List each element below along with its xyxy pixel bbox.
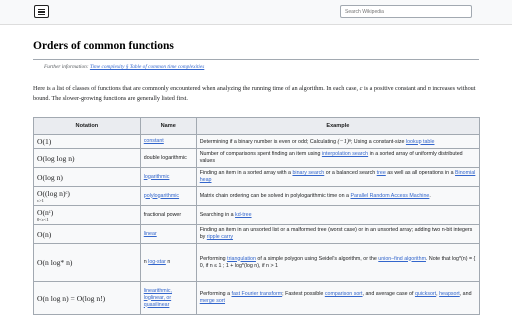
- notation-formula: O(n log* n): [37, 258, 73, 267]
- example-link[interactable]: heapsort: [439, 291, 460, 297]
- example-link[interactable]: fast Fourier transform: [232, 291, 283, 297]
- example-link[interactable]: comparison sort: [325, 291, 363, 297]
- example-text: .: [429, 192, 431, 199]
- name-link[interactable]: constant: [144, 138, 164, 144]
- example-link[interactable]: kd-tree: [235, 212, 252, 218]
- example-text: Searching in a: [199, 211, 236, 218]
- example-text: ; Using a constant-size: [350, 138, 406, 145]
- example-cell: Finding an item in an unsorted list or a…: [195, 224, 481, 244]
- search-input[interactable]: [340, 5, 472, 18]
- example-cell: Determining if a binary number is even o…: [195, 134, 481, 149]
- example-link[interactable]: tree: [377, 170, 386, 176]
- notation-formula: O(log n): [37, 172, 63, 182]
- name-text: fractional power: [143, 211, 182, 218]
- example-link[interactable]: interpolation search: [322, 151, 368, 157]
- notation-cell: O(n log n) = O(log n!): [33, 281, 141, 315]
- notation-formula: O(n log n) = O(log n!): [37, 293, 106, 303]
- name-cell: linearithmic, loglinear, or quasilinear: [139, 281, 197, 315]
- notation-cell: O(n): [33, 224, 141, 244]
- notation-formula: O((log n)ᶜ): [37, 189, 70, 198]
- table-row: O(n log* n) n log-star n Performing triang…: [33, 243, 481, 282]
- example-link[interactable]: triangulation: [227, 256, 256, 262]
- notation-cell: O(log n): [33, 167, 141, 187]
- example-text: ; Fastest possible: [282, 291, 325, 297]
- notation-formula: O(n): [37, 229, 52, 239]
- notation-formula: O(nᶜ): [37, 208, 54, 217]
- example-link[interactable]: ripple carry: [207, 234, 233, 240]
- name-cell: linear: [139, 224, 197, 244]
- example-link[interactable]: merge sort: [200, 298, 225, 304]
- hatnote-link[interactable]: Time complexity § Table of common time c…: [90, 64, 204, 70]
- example-cell: Performing a fast Fourier transform; Fas…: [195, 281, 481, 315]
- name-link[interactable]: linear: [144, 231, 157, 237]
- notation-cell: O(log log n): [33, 148, 141, 168]
- example-text: Finding an item in a sorted array with a: [199, 170, 293, 176]
- example-cell: Searching in a kd-tree: [195, 205, 481, 225]
- table-row: O(log n) logarithmic Finding an item in a …: [33, 167, 481, 187]
- example-cell: Matrix chain ordering can be solved in p…: [195, 186, 481, 206]
- notation-cell: O(nᶜ) 0<c<1: [33, 205, 141, 225]
- example-text: , and average case of: [362, 291, 415, 297]
- hatnote-label: Further information:: [44, 64, 90, 70]
- table-header-row: Notation Name Example: [33, 117, 481, 135]
- name-link[interactable]: log-star: [148, 259, 166, 265]
- example-link[interactable]: lookup table: [406, 139, 435, 145]
- example-text: as well as all operations in a: [385, 170, 456, 176]
- example-cell: Finding an item in a sorted array with a…: [195, 167, 481, 187]
- notation-condition: c>1: [37, 198, 44, 203]
- table-row: O(n log n) = O(log n!) linearithmic, logl…: [33, 281, 481, 315]
- name-link[interactable]: polylogarithmic: [144, 193, 179, 199]
- name-cell: fractional power: [139, 205, 197, 225]
- example-text: , and: [459, 291, 472, 297]
- top-bar: [0, 0, 512, 25]
- notation-cell: O(n log* n): [33, 243, 141, 282]
- table-row: O(nᶜ) 0<c<1 fractional power Searching in a…: [33, 205, 481, 225]
- table-row: O(n) linear Finding an item in an unsorted…: [33, 224, 481, 244]
- intro-text: Here is a list of classes of functions t…: [33, 85, 360, 92]
- example-text: Number of comparisons spent finding an i…: [199, 151, 322, 157]
- example-text: of a simple polygon using Seidel's algor…: [255, 255, 379, 262]
- example-cell: Number of comparisons spent finding an i…: [195, 148, 481, 168]
- table-row: O(log log n) double logarithmic Number of …: [33, 148, 481, 168]
- notation-cell: O(1): [33, 134, 141, 149]
- column-header-notation[interactable]: Notation: [33, 117, 141, 135]
- example-text: Finding an item in an unsorted list or a…: [199, 227, 473, 240]
- notation-formula: O(log log n): [37, 153, 75, 163]
- example-text: Determining if a binary number is even o…: [199, 138, 338, 145]
- notation-condition: 0<c<1: [37, 217, 49, 222]
- notation-formula: O(1): [37, 137, 52, 146]
- intro-text: is a positive constant and: [362, 85, 428, 92]
- notation-cell: O((log n)ᶜ) c>1: [33, 186, 141, 206]
- example-cell: Performing triangulation of a simple pol…: [195, 243, 481, 282]
- hamburger-menu-icon[interactable]: [34, 5, 49, 18]
- name-text: double logarithmic: [143, 154, 187, 161]
- table-row: O(1) constant Determining if a binary numb…: [33, 134, 481, 149]
- example-text: or a balanced search: [324, 170, 377, 176]
- hatnote: Further information: Time complexity § T…: [44, 64, 204, 70]
- column-header-name[interactable]: Name: [139, 117, 197, 135]
- name-cell: polylogarithmic: [139, 186, 197, 206]
- example-link[interactable]: binary search: [292, 170, 324, 176]
- name-link[interactable]: logarithmic: [144, 174, 170, 180]
- intro-paragraph: Here is a list of classes of functions t…: [33, 84, 479, 104]
- example-text: Performing: [199, 255, 228, 262]
- section-heading: Orders of common functions: [33, 40, 174, 52]
- example-link[interactable]: union–find algorithm: [378, 256, 426, 262]
- example-link[interactable]: Parallel Random Access Machine: [350, 193, 429, 199]
- example-math: (−1)ⁿ: [337, 137, 351, 145]
- heading-divider: [33, 59, 479, 60]
- example-link[interactable]: quicksort: [415, 291, 436, 297]
- name-link[interactable]: linearithmic, loglinear, or quasilinear: [144, 288, 172, 308]
- functions-table: Notation Name Example O(1) constant Determ…: [33, 117, 481, 315]
- name-cell: double logarithmic: [139, 148, 197, 168]
- table-row: O((log n)ᶜ) c>1 polylogarithmic Matrix chai…: [33, 186, 481, 206]
- name-cell: n log-star n: [139, 243, 197, 282]
- example-text: Performing a: [199, 291, 232, 297]
- column-header-example[interactable]: Example: [195, 117, 481, 135]
- name-cell: logarithmic: [139, 167, 197, 187]
- example-text: Matrix chain ordering can be solved in p…: [199, 192, 351, 199]
- name-cell: constant: [139, 134, 197, 149]
